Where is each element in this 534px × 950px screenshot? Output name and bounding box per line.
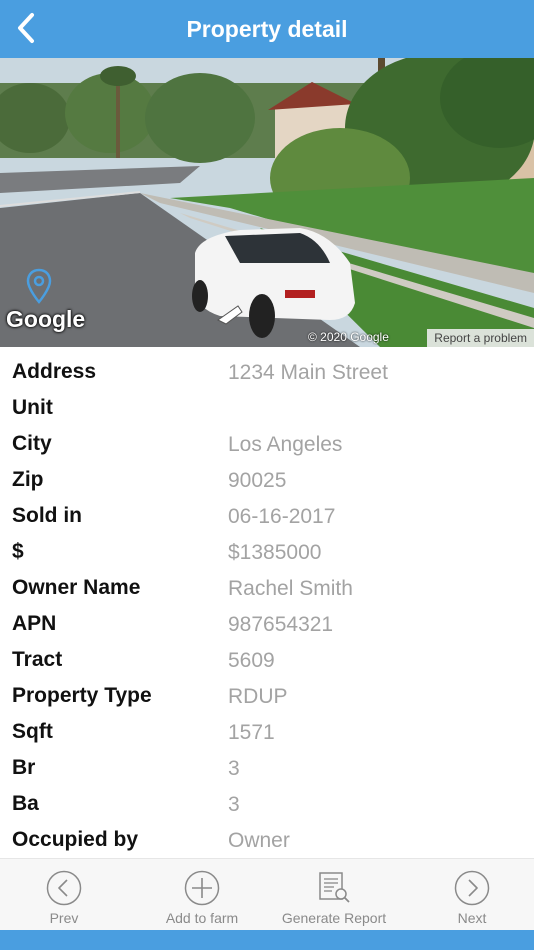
detail-label: City xyxy=(12,432,52,455)
header-bar: Property detail xyxy=(0,0,534,58)
detail-value: Los Angeles xyxy=(228,433,343,456)
detail-value: 06-16-2017 xyxy=(228,505,336,528)
detail-value: 3 xyxy=(228,793,240,816)
detail-value: 90025 xyxy=(228,469,287,492)
detail-row: Br 3 xyxy=(0,752,534,788)
prev-button[interactable]: Prev xyxy=(32,859,96,931)
page-title: Property detail xyxy=(186,15,348,42)
chevron-right-circle-icon xyxy=(454,870,490,906)
detail-label: Zip xyxy=(12,468,44,491)
next-label: Next xyxy=(457,910,487,926)
detail-row: Ba 3 xyxy=(0,788,534,824)
property-details-list: Address 1234 Main Street Unit City Los Angel… xyxy=(0,356,534,860)
detail-row: City Los Angeles xyxy=(0,428,534,464)
street-view-image[interactable]: Google © 2020 Google Report a problem xyxy=(0,58,534,347)
bottom-accent-bar xyxy=(0,930,534,950)
detail-row: Zip 90025 xyxy=(0,464,534,500)
street-scene xyxy=(0,58,534,347)
detail-row: APN 987654321 xyxy=(0,608,534,644)
generate-report-button[interactable]: Generate Report xyxy=(270,859,398,931)
detail-value: 987654321 xyxy=(228,613,334,636)
add-to-farm-button[interactable]: Add to farm xyxy=(152,859,252,931)
detail-row: Property Type RDUP xyxy=(0,680,534,716)
report-problem-link[interactable]: Report a problem xyxy=(427,329,534,347)
report-search-icon xyxy=(319,872,350,903)
detail-label: $ xyxy=(12,540,24,563)
bottom-toolbar: Prev Add to farm Generate Report Next xyxy=(0,858,534,931)
detail-value: 5609 xyxy=(228,649,275,672)
detail-row: Owner Name Rachel Smith xyxy=(0,572,534,608)
prev-label: Prev xyxy=(49,910,79,926)
chevron-left-circle-icon xyxy=(46,870,82,906)
plus-circle-icon xyxy=(184,870,220,906)
location-pin-icon[interactable] xyxy=(26,268,52,304)
detail-value: 1571 xyxy=(228,721,275,744)
detail-row: Sold in 06-16-2017 xyxy=(0,500,534,536)
detail-label: Address xyxy=(12,360,97,383)
detail-value: Rachel Smith xyxy=(228,577,353,600)
add-to-farm-label: Add to farm xyxy=(165,910,239,926)
detail-row: Occupied by Owner xyxy=(0,824,534,860)
detail-value: 1234 Main Street xyxy=(228,361,388,384)
detail-row: $ $1385000 xyxy=(0,536,534,572)
detail-label: Tract xyxy=(12,648,63,671)
detail-label: Occupied by xyxy=(12,828,139,851)
next-button[interactable]: Next xyxy=(440,859,504,931)
detail-value: RDUP xyxy=(228,685,288,708)
map-copyright: © 2020 Google xyxy=(308,330,389,344)
detail-label: APN xyxy=(12,612,57,635)
detail-label: Ba xyxy=(12,792,39,815)
detail-row: Sqft 1571 xyxy=(0,716,534,752)
detail-row: Tract 5609 xyxy=(0,644,534,680)
detail-value: 3 xyxy=(228,757,240,780)
detail-label: Property Type xyxy=(12,684,152,707)
detail-value: Owner xyxy=(228,829,290,852)
detail-label: Unit xyxy=(12,396,53,419)
generate-report-label: Generate Report xyxy=(281,910,387,926)
detail-label: Br xyxy=(12,756,36,779)
detail-value: $1385000 xyxy=(228,541,322,564)
detail-label: Sold in xyxy=(12,504,82,527)
detail-label: Owner Name xyxy=(12,576,141,599)
detail-label: Sqft xyxy=(12,720,53,743)
back-button[interactable] xyxy=(4,6,48,50)
chevron-left-icon xyxy=(18,13,34,43)
detail-row: Address 1234 Main Street xyxy=(0,356,534,392)
google-logo: Google xyxy=(6,306,86,332)
detail-row: Unit xyxy=(0,392,534,428)
